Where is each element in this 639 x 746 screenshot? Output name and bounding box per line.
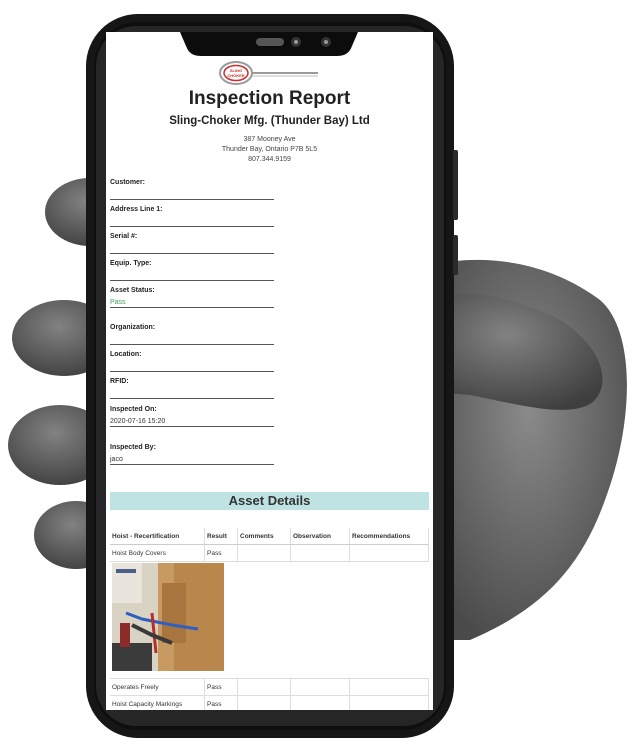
report-title: Inspection Report: [188, 88, 351, 109]
field-rfid: RFID:: [110, 377, 274, 399]
field-label: Asset Status:: [110, 287, 155, 294]
field-value: 2020-07-16 15:20: [110, 418, 166, 425]
table-cell: [349, 544, 429, 562]
column-header: Recommendations: [349, 528, 429, 545]
field-label: Location:: [110, 351, 142, 358]
field-label: Inspected By:: [110, 444, 156, 451]
table-cell: [237, 695, 291, 710]
field-organization: Organization:: [110, 323, 274, 345]
table-cell: [290, 544, 350, 562]
table-cell: Operates Freely: [110, 678, 205, 696]
field-value: [110, 335, 274, 344]
field-label: Address Line 1:: [110, 206, 163, 213]
table-cell: [237, 678, 291, 696]
sling-choker-logo: SLING CHOKER: [219, 61, 318, 85]
field-label: Inspected On:: [110, 406, 157, 413]
asset-status-value: Pass: [110, 299, 126, 306]
field-customer: Customer:: [110, 178, 274, 200]
field-value: [110, 217, 274, 226]
field-serial: Serial #:: [110, 232, 274, 254]
field-value: [110, 271, 274, 280]
table-cell: [290, 678, 350, 696]
company-name: Sling-Choker Mfg. (Thunder Bay) Ltd: [169, 115, 370, 127]
product-photo: SLING CHOKER Inspection Report Sling-Cho…: [0, 0, 639, 746]
svg-text:CHOKER: CHOKER: [227, 73, 244, 78]
field-label: RFID:: [110, 378, 129, 385]
asset-details-heading: Asset Details: [110, 492, 429, 510]
table-row: Hoist Body Covers Pass: [110, 544, 429, 562]
field-value: [110, 190, 274, 199]
table-header-row: Hoist - Recertification Result Comments …: [110, 528, 429, 545]
field-location: Location:: [110, 350, 274, 372]
field-asset-status: Asset Status: Pass: [110, 286, 274, 308]
column-header: Observation: [290, 528, 350, 545]
table-cell: Pass: [204, 544, 238, 562]
table-row: Operates Freely Pass: [110, 678, 429, 696]
field-equip-type: Equip. Type:: [110, 259, 274, 281]
camera-notch: [180, 32, 358, 56]
table-cell: [290, 695, 350, 710]
field-label: Equip. Type:: [110, 260, 152, 267]
field-value: [110, 362, 274, 371]
table-cell: [349, 695, 429, 710]
inspection-photo: [112, 563, 224, 671]
company-phone: 807.344.9159: [248, 156, 291, 163]
phone-screen: SLING CHOKER Inspection Report Sling-Cho…: [106, 32, 433, 710]
table-cell: [349, 678, 429, 696]
column-header: Hoist - Recertification: [110, 528, 205, 545]
table-cell: [237, 544, 291, 562]
column-header: Comments: [237, 528, 291, 545]
field-address-line1: Address Line 1:: [110, 205, 274, 227]
field-inspected-by: Inspected By: jaco: [110, 443, 274, 465]
table-cell: Pass: [204, 695, 238, 710]
field-value: [110, 389, 274, 398]
table-row: Hoist Capacity Markings Pass: [110, 695, 429, 710]
field-value: jaco: [110, 456, 123, 463]
table-cell: Pass: [204, 678, 238, 696]
field-label: Serial #:: [110, 233, 138, 240]
field-label: Organization:: [110, 324, 156, 331]
company-address-line1: 387 Mooney Ave: [243, 136, 296, 143]
field-value: [110, 244, 274, 253]
column-header: Result: [204, 528, 238, 545]
field-label: Customer:: [110, 179, 146, 186]
company-address-line2: Thunder Bay, Ontario P7B 5L5: [221, 146, 318, 153]
table-cell: Hoist Body Covers: [110, 544, 205, 562]
field-inspected-on: Inspected On: 2020-07-16 15:20: [110, 405, 274, 427]
table-cell: Hoist Capacity Markings: [110, 695, 205, 710]
